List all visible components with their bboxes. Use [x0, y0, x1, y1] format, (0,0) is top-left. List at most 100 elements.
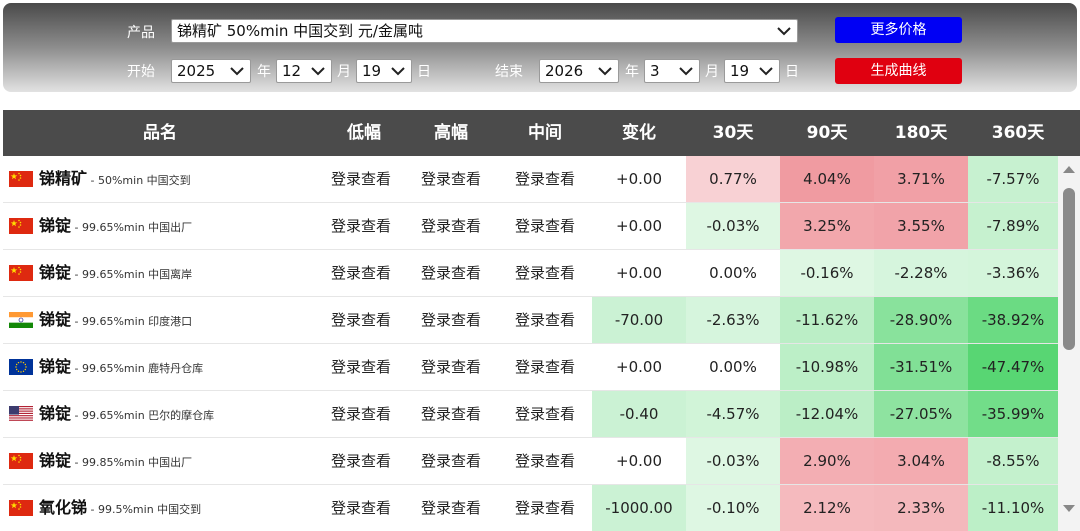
- change-360d-cell: -8.55%: [968, 438, 1058, 484]
- product-name[interactable]: 锑精矿: [39, 169, 87, 188]
- product-label-group: 锑锭 - 99.65%min 印度港口: [39, 297, 192, 345]
- column-header-30d: 30天: [712, 123, 754, 143]
- product-select-value: 锑精矿 50%min 中国交到 元/金属吨: [177, 22, 423, 40]
- product-name-cell[interactable]: 锑精矿 - 50%min 中国交到: [3, 156, 323, 202]
- day-unit: 日: [785, 64, 799, 80]
- chevron-down-icon: [598, 67, 612, 76]
- product-name-cell[interactable]: 锑锭 - 99.85%min 中国出厂: [3, 438, 323, 484]
- change-30d-cell: -2.63%: [686, 297, 780, 343]
- more-prices-button[interactable]: 更多价格: [835, 17, 962, 43]
- end-month-select[interactable]: 3: [644, 59, 700, 83]
- table-scrollbar[interactable]: [1058, 156, 1080, 531]
- name-separator: -: [71, 315, 82, 328]
- product-label-group: 锑锭 - 99.65%min 中国离岸: [39, 250, 192, 298]
- change-360d-cell: -47.47%: [968, 344, 1058, 390]
- change-360d-cell: -7.89%: [968, 203, 1058, 249]
- table-row[interactable]: 锑锭 - 99.85%min 中国出厂 登录查看 登录查看 登录查看 +0.00 -0.0…: [3, 438, 1058, 485]
- high-cell[interactable]: 登录查看: [404, 156, 498, 202]
- table-row[interactable]: 氧化锑 - 99.5%min 中国交到 登录查看 登录查看 登录查看 -1000.00-…: [3, 485, 1058, 531]
- start-day-select[interactable]: 19: [356, 59, 412, 83]
- eu-flag-icon: [9, 359, 33, 375]
- product-name[interactable]: 锑锭: [39, 404, 71, 423]
- mid-cell[interactable]: 登录查看: [498, 391, 592, 437]
- high-cell[interactable]: 登录查看: [404, 391, 498, 437]
- column-header-high: 高幅: [434, 123, 468, 143]
- cn-flag-icon: [9, 453, 33, 469]
- change-cell: -70.00: [592, 297, 686, 343]
- scroll-down-arrow-icon[interactable]: [1062, 504, 1076, 514]
- low-cell[interactable]: 登录查看: [314, 203, 408, 249]
- month-unit: 月: [337, 64, 351, 80]
- product-name-cell[interactable]: 锑锭 - 99.65%min 中国离岸: [3, 250, 323, 296]
- mid-cell[interactable]: 登录查看: [498, 344, 592, 390]
- change-180d-cell: -28.90%: [874, 297, 968, 343]
- mid-cell[interactable]: 登录查看: [498, 250, 592, 296]
- product-name[interactable]: 锑锭: [39, 310, 71, 329]
- change-360d-cell: -7.57%: [968, 156, 1058, 202]
- cn-flag-icon: [9, 500, 33, 516]
- low-cell[interactable]: 登录查看: [314, 297, 408, 343]
- high-cell[interactable]: 登录查看: [404, 438, 498, 484]
- end-year-select[interactable]: 2026: [539, 59, 619, 83]
- low-cell[interactable]: 登录查看: [314, 156, 408, 202]
- change-30d-cell: -0.03%: [686, 203, 780, 249]
- low-cell[interactable]: 登录查看: [314, 438, 408, 484]
- low-cell[interactable]: 登录查看: [314, 344, 408, 390]
- high-cell[interactable]: 登录查看: [404, 344, 498, 390]
- table-row[interactable]: 锑锭 - 99.65%min 鹿特丹仓库 登录查看 登录查看 登录查看 +0.00 0.0…: [3, 344, 1058, 391]
- change-90d-cell: -12.04%: [780, 391, 874, 437]
- product-spec: 99.5%min 中国交到: [97, 503, 202, 516]
- product-spec: 99.85%min 中国出厂: [81, 456, 193, 469]
- product-spec: 99.65%min 巴尔的摩仓库: [81, 409, 215, 422]
- chevron-down-icon: [230, 67, 244, 76]
- scroll-up-arrow-icon[interactable]: [1062, 164, 1076, 174]
- change-360d-cell: -3.36%: [968, 250, 1058, 296]
- start-month-value: 12: [282, 62, 302, 80]
- mid-cell[interactable]: 登录查看: [498, 438, 592, 484]
- high-cell[interactable]: 登录查看: [404, 485, 498, 531]
- product-name-cell[interactable]: 锑锭 - 99.65%min 鹿特丹仓库: [3, 344, 323, 390]
- change-90d-cell: 3.25%: [780, 203, 874, 249]
- product-label-group: 锑锭 - 99.85%min 中国出厂: [39, 438, 192, 486]
- product-name[interactable]: 锑锭: [39, 216, 71, 235]
- end-year-value: 2026: [545, 62, 584, 80]
- low-cell[interactable]: 登录查看: [314, 250, 408, 296]
- start-year-value: 2025: [177, 62, 216, 80]
- high-cell[interactable]: 登录查看: [404, 297, 498, 343]
- table-row[interactable]: 锑锭 - 99.65%min 印度港口 登录查看 登录查看 登录查看 -70.00 -2.…: [3, 297, 1058, 344]
- change-90d-cell: 2.90%: [780, 438, 874, 484]
- mid-cell[interactable]: 登录查看: [498, 156, 592, 202]
- product-name-cell[interactable]: 锑锭 - 99.65%min 巴尔的摩仓库: [3, 391, 323, 437]
- end-day-select[interactable]: 19: [724, 59, 780, 83]
- table-row[interactable]: 锑锭 - 99.65%min 中国出厂 登录查看 登录查看 登录查看 +0.00 -0.0…: [3, 203, 1058, 250]
- low-cell[interactable]: 登录查看: [314, 485, 408, 531]
- change-180d-cell: -31.51%: [874, 344, 968, 390]
- change-cell: -1000.00: [592, 485, 686, 531]
- scrollbar-thumb[interactable]: [1063, 188, 1075, 350]
- table-row[interactable]: 锑锭 - 99.65%min 中国离岸 登录查看 登录查看 登录查看 +0.00 0.00…: [3, 250, 1058, 297]
- low-cell[interactable]: 登录查看: [314, 391, 408, 437]
- change-30d-cell: -4.57%: [686, 391, 780, 437]
- table-row[interactable]: 锑锭 - 99.65%min 巴尔的摩仓库 登录查看 登录查看 登录查看 -0.40 -4…: [3, 391, 1058, 438]
- product-name[interactable]: 锑锭: [39, 451, 71, 470]
- change-180d-cell: 2.33%: [874, 485, 968, 531]
- mid-cell[interactable]: 登录查看: [498, 203, 592, 249]
- product-name[interactable]: 氧化锑: [39, 498, 87, 517]
- product-name[interactable]: 锑锭: [39, 263, 71, 282]
- column-header-change: 变化: [622, 123, 656, 143]
- start-month-select[interactable]: 12: [276, 59, 332, 83]
- product-select[interactable]: 锑精矿 50%min 中国交到 元/金属吨: [171, 19, 798, 43]
- product-name-cell[interactable]: 氧化锑 - 99.5%min 中国交到: [3, 485, 323, 531]
- mid-cell[interactable]: 登录查看: [498, 297, 592, 343]
- mid-cell[interactable]: 登录查看: [498, 485, 592, 531]
- product-name-cell[interactable]: 锑锭 - 99.65%min 中国出厂: [3, 203, 323, 249]
- product-name-cell[interactable]: 锑锭 - 99.65%min 印度港口: [3, 297, 323, 343]
- high-cell[interactable]: 登录查看: [404, 250, 498, 296]
- table-row[interactable]: 锑精矿 - 50%min 中国交到 登录查看 登录查看 登录查看 +0.00 0.77% 4…: [3, 156, 1058, 203]
- high-cell[interactable]: 登录查看: [404, 203, 498, 249]
- product-spec: 99.65%min 中国出厂: [81, 221, 193, 234]
- product-name[interactable]: 锑锭: [39, 357, 71, 376]
- change-90d-cell: 2.12%: [780, 485, 874, 531]
- start-year-select[interactable]: 2025: [171, 59, 251, 83]
- generate-curve-button[interactable]: 生成曲线: [835, 58, 962, 84]
